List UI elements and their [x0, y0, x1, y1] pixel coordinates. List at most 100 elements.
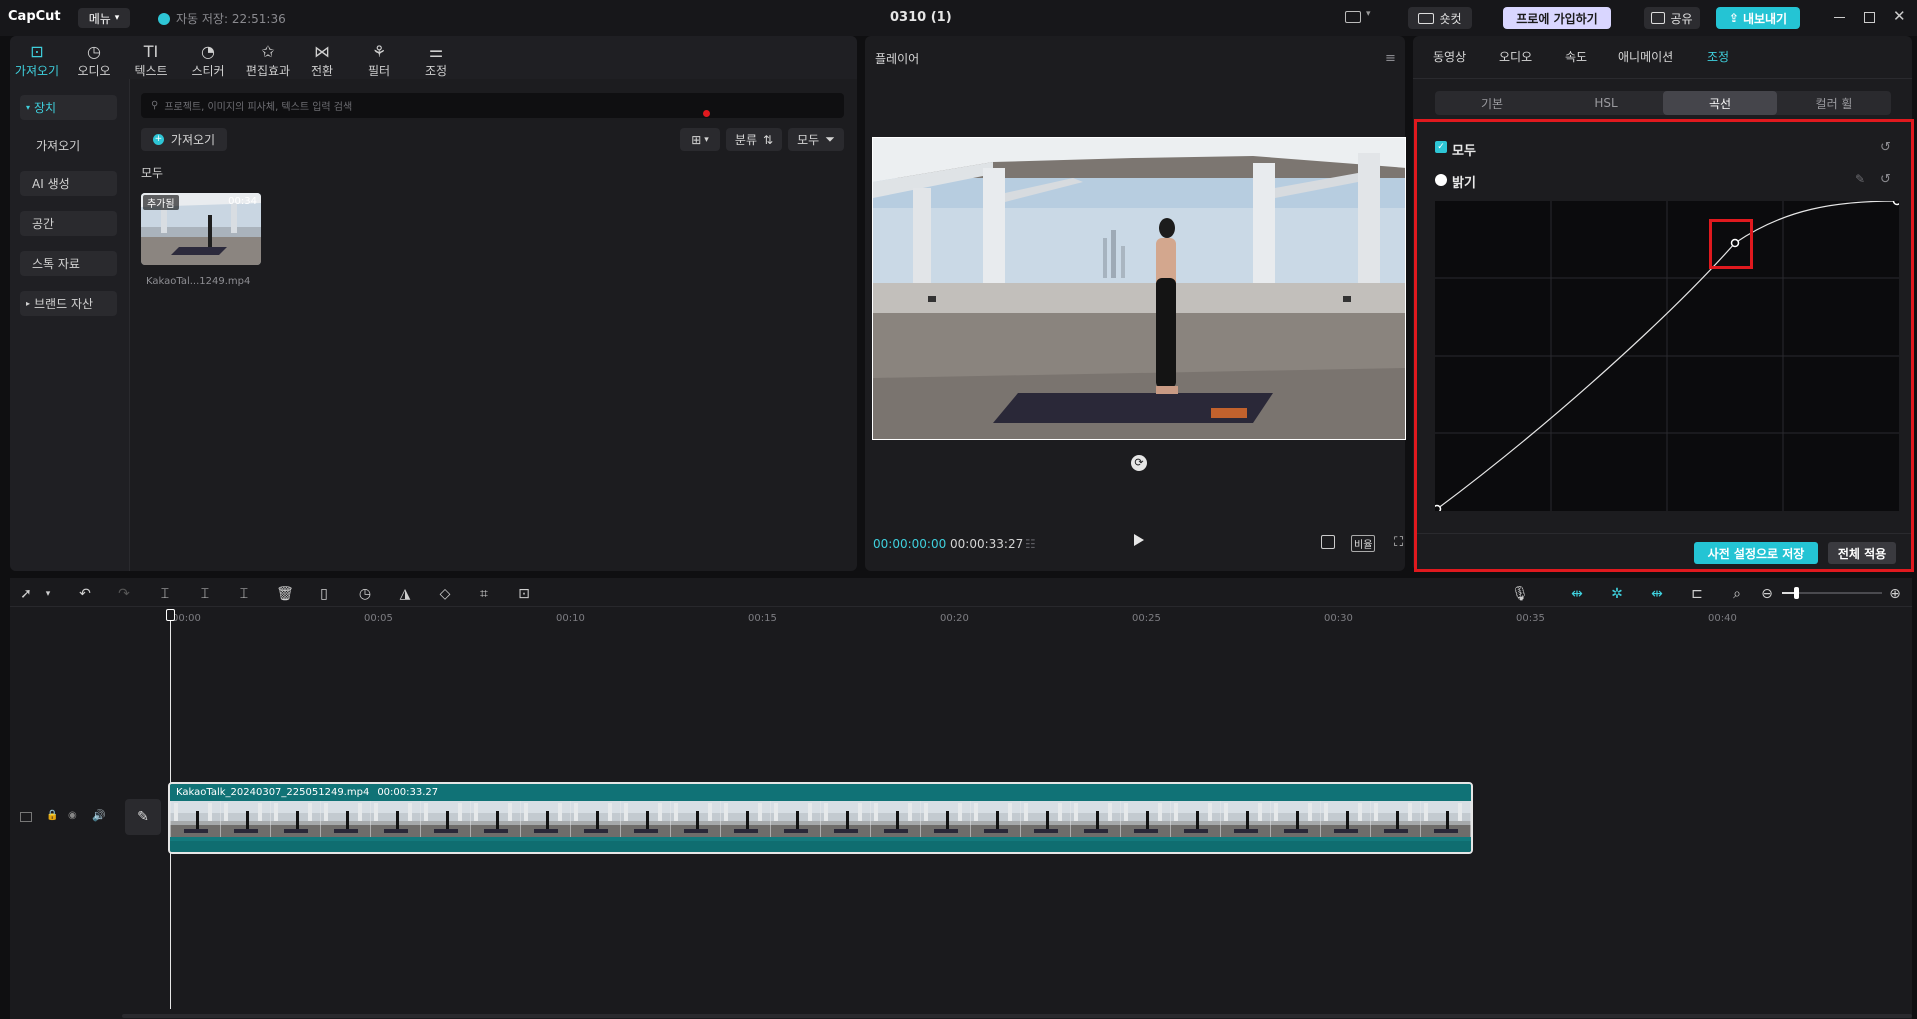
media-thumbnail[interactable]: 추가됨 00:34 [141, 193, 261, 265]
rotate-clip-icon[interactable]: ◇ [435, 584, 455, 604]
restore-icon[interactable] [1864, 12, 1875, 23]
shortcut-button[interactable]: 숏컷 [1408, 7, 1472, 29]
tab-transition[interactable]: ⋈ 전환 [296, 42, 348, 79]
zoom-slider[interactable] [1782, 587, 1882, 599]
delete-icon[interactable]: 🗑 [275, 584, 295, 604]
search-input[interactable]: ⚲ 프로젝트, 이미지의 피사체, 텍스트 입력 검색 [141, 93, 844, 118]
undo-icon[interactable]: ↶ [75, 584, 95, 604]
app-logo: CapCut [8, 9, 61, 24]
hamburger-icon[interactable]: ≡ [1385, 51, 1396, 66]
tab-video[interactable]: 동영상 [1433, 48, 1466, 65]
horizontal-scrollbar[interactable] [122, 1014, 1912, 1018]
fullscreen-icon[interactable]: ⛶ [1394, 535, 1403, 550]
project-title[interactable]: 0310 (1) [890, 10, 952, 25]
speaker-icon[interactable]: 🔊 [92, 809, 106, 822]
export-button[interactable]: ⇪ 내보내기 [1716, 7, 1800, 29]
split-left-icon[interactable]: ⌶ [195, 584, 215, 604]
pointer-icon[interactable]: ➚ [16, 584, 36, 604]
ai-tool-icon[interactable]: ⊡ [514, 584, 534, 604]
layout-icon[interactable] [1345, 11, 1361, 23]
zoom-fit-icon[interactable] [1321, 535, 1335, 549]
sidebar-item-stock[interactable]: 스톡 자료 [20, 251, 117, 276]
tab-audio-props[interactable]: 오디오 [1499, 48, 1532, 65]
tab-sticker[interactable]: ◔ 스티커 [182, 42, 234, 79]
thumb-duration: 00:34 [228, 196, 257, 207]
pencil-icon: ✎ [137, 809, 149, 825]
preview-axis-icon[interactable]: ⊏ [1687, 584, 1707, 604]
menu-button[interactable]: 메뉴 ▾ [78, 8, 130, 28]
split-icon[interactable]: ⌶ [155, 584, 175, 604]
subtab-basic[interactable]: 기본 [1435, 91, 1549, 115]
minimize-icon[interactable] [1834, 17, 1845, 18]
tab-speed[interactable]: 속도 [1565, 48, 1587, 65]
caption-icon[interactable]: ⌕ [1727, 584, 1747, 604]
tab-adjust[interactable]: ⚌ 조정 [410, 42, 462, 79]
share-label: 공유 [1670, 11, 1693, 26]
upload-icon: ⇪ [1728, 11, 1739, 25]
playhead-handle[interactable] [166, 609, 175, 621]
import-button[interactable]: + 가져오기 [141, 128, 227, 151]
ratio-button[interactable]: 비율 [1351, 535, 1376, 552]
tab-filter[interactable]: ⚘ 필터 [353, 42, 405, 79]
filter-icon: ⚘ [371, 42, 387, 61]
tab-import[interactable]: ⊡ 가져오기 [11, 42, 63, 79]
sidebar-item-brand[interactable]: ▸ 브랜드 자산 [20, 291, 117, 316]
redo-icon[interactable]: ↷ [114, 584, 134, 604]
video-clip[interactable]: KakaoTalk_20240307_225051249.mp4 00:00:33… [168, 782, 1473, 854]
tab-adjust-props[interactable]: 조정 [1707, 48, 1729, 65]
microphone-icon[interactable]: 🎙 [1510, 584, 1530, 604]
subtab-curves[interactable]: 곡선 [1663, 91, 1777, 115]
pro-subscribe-button[interactable]: 프로에 가입하기 [1503, 7, 1611, 29]
sort-icon: ⇅ [763, 132, 774, 147]
mirror-icon[interactable]: ◮ [395, 584, 415, 604]
play-button[interactable] [1134, 534, 1144, 546]
timeline-grid-icon[interactable]: ☷ [1025, 537, 1036, 551]
sidebar-item-ai[interactable]: AI 생성 [20, 171, 117, 196]
play-circle-icon[interactable]: ◷ [355, 584, 375, 604]
sidebar-item-space[interactable]: 공간 [20, 211, 117, 236]
view-mode-button[interactable]: ⊞ ▾ [680, 128, 720, 151]
lock-icon[interactable]: 🔒 [46, 810, 58, 821]
chevron-down-icon[interactable]: ▾ [1366, 9, 1371, 19]
freeze-icon[interactable]: ▯ [314, 584, 334, 604]
sidebar-item-label: AI 생성 [32, 177, 70, 191]
adjust-subtabs: 기본 HSL 곡선 컬러 휠 [1435, 91, 1891, 115]
ruler-label: 00:30 [1324, 613, 1353, 624]
share-button[interactable]: 공유 [1644, 7, 1700, 29]
time-ruler [168, 607, 1912, 627]
cover-icon[interactable] [20, 812, 32, 822]
crop-icon[interactable]: ⌗ [474, 584, 494, 604]
rotate-icon[interactable]: ⟳ [1131, 455, 1147, 471]
zoom-slider-handle[interactable] [1794, 587, 1799, 599]
zoom-in-icon[interactable]: ⊕ [1885, 584, 1905, 604]
tab-label: 가져오기 [14, 64, 60, 78]
menu-label: 메뉴 [88, 11, 111, 26]
tab-animation[interactable]: 애니메이션 [1618, 48, 1673, 65]
edit-cover-button[interactable]: ✎ [125, 799, 161, 835]
link-main-track-icon[interactable]: ⇹ [1567, 584, 1587, 604]
tab-text[interactable]: TI 텍스트 [125, 42, 177, 79]
sidebar-item-label: 스톡 자료 [32, 257, 80, 271]
sort-button[interactable]: 분류 ⇅ [726, 128, 782, 151]
close-icon[interactable]: ✕ [1893, 7, 1906, 25]
ruler-label: 00:35 [1516, 613, 1545, 624]
autosave-status: 자동 저장: 22:51:36 [158, 10, 286, 27]
zoom-out-icon[interactable]: ⊖ [1757, 584, 1777, 604]
filter-button[interactable]: 모두 ⏷ [788, 128, 844, 151]
tab-effects[interactable]: ✩ 편집효과 [239, 42, 297, 79]
subtab-color-wheel[interactable]: 컬러 휠 [1777, 91, 1891, 115]
tab-label: 편집효과 [245, 64, 291, 78]
auto-snap-icon[interactable]: ✲ [1607, 584, 1627, 604]
sidebar-item-label: 공간 [32, 217, 55, 231]
sidebar-item-import[interactable]: 가져오기 [20, 133, 117, 158]
video-preview[interactable] [872, 137, 1406, 440]
sidebar-item-device[interactable]: ▾ 장치 [20, 95, 117, 120]
tab-audio[interactable]: ◷ 오디오 [68, 42, 120, 79]
chevron-down-icon[interactable]: ▾ [38, 584, 58, 604]
subtab-hsl[interactable]: HSL [1549, 91, 1663, 115]
tab-label: 텍스트 [134, 64, 168, 78]
clip-duration: 00:00:33.27 [377, 787, 439, 798]
linkage-icon[interactable]: ⇹ [1647, 584, 1667, 604]
split-right-icon[interactable]: ⌶ [234, 584, 254, 604]
eye-icon[interactable]: ◉ [68, 810, 77, 821]
